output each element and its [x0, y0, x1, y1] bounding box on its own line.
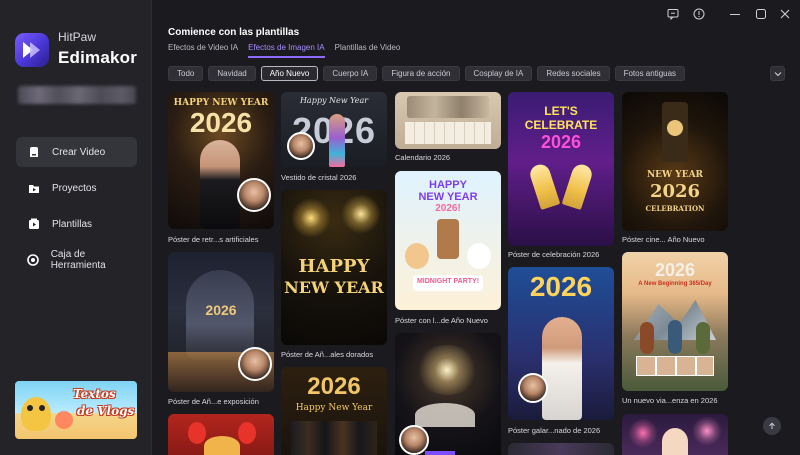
sidebar-item-label: Plantillas — [52, 218, 93, 230]
tab-video-templates[interactable]: Plantillas de Video — [335, 43, 401, 58]
thumb-text: NEW YEAR — [284, 278, 384, 297]
close-icon[interactable] — [776, 6, 794, 22]
template-thumbnail: 2026 — [168, 252, 274, 392]
filter-christmas[interactable]: Navidad — [208, 66, 256, 81]
chevron-down-icon — [774, 71, 781, 76]
thumb-text: MIDNIGHT PARTY! — [416, 278, 480, 285]
thumb-text: Happy New Year — [295, 403, 373, 413]
thumb-text: 2026 — [205, 302, 237, 318]
thumb-text: 2026 — [529, 271, 593, 302]
category-filters: Todo Navidad Año Nuevo Cuerpo IA Figura … — [168, 66, 686, 81]
thumb-text: NEW YEAR — [418, 191, 478, 203]
create-video-icon — [24, 146, 44, 158]
projects-icon — [24, 182, 44, 194]
template-thumbnail: Happy New Year 2026 — [281, 92, 387, 167]
filter-new-year[interactable]: Año Nuevo — [260, 66, 319, 81]
sidebar-item-toolbox[interactable]: Caja de Herramienta — [16, 245, 137, 275]
app-logo — [15, 33, 49, 67]
sidebar: HitPaw Edimakor Crear Video Proyectos Pl… — [0, 0, 152, 455]
template-thumbnail: 2026 A New Beginning 365/Day — [622, 252, 728, 391]
thumb-text: A New Beginning 365/Day — [638, 281, 712, 287]
sidebar-item-label: Caja de Herramienta — [50, 249, 106, 271]
thumb-text: HAPPY — [429, 179, 467, 191]
thumb-text: 2026 — [189, 107, 253, 138]
page-title: Comience con las plantillas — [168, 27, 300, 38]
thumb-text: 2026 — [307, 373, 361, 400]
thumb-text: NEW YEAR — [646, 170, 704, 180]
template-thumbnail: HAPPY NEW YEAR — [281, 190, 387, 345]
sidebar-item-templates[interactable]: Plantillas — [16, 209, 137, 239]
template-thumbnail: 2026 — [508, 267, 614, 420]
template-thumbnail: NEW YEAR 2026 CELEBRATION — [622, 92, 728, 231]
thumb-text: CELEBRATE — [524, 118, 598, 132]
template-thumbnail — [168, 414, 274, 455]
promo-banner[interactable]: Textos de Vlogs — [15, 381, 137, 439]
sidebar-item-create-video[interactable]: Crear Video — [16, 137, 137, 167]
scroll-to-top-button[interactable] — [763, 417, 781, 435]
sidebar-item-projects[interactable]: Proyectos — [16, 173, 137, 203]
minimize-icon[interactable] — [726, 6, 744, 22]
thumb-text: HAPPY — [298, 256, 370, 277]
template-caption: Calendario 2026 — [395, 153, 451, 162]
face-avatar — [287, 132, 315, 160]
filter-action-figure[interactable]: Figura de acción — [382, 66, 460, 81]
maximize-icon[interactable] — [752, 6, 770, 22]
feedback-icon[interactable] — [664, 6, 682, 22]
filter-ai-body[interactable]: Cuerpo IA — [323, 66, 378, 81]
filter-all[interactable]: Todo — [168, 66, 204, 81]
face-avatar — [238, 347, 272, 381]
account-name-blurred[interactable] — [18, 86, 136, 104]
thumb-text: LET'S — [544, 104, 578, 118]
arrow-up-icon — [769, 422, 775, 429]
template-caption: Póster de celebración 2026 — [508, 250, 600, 259]
template-caption: Póster de Añ...ales dorados — [281, 350, 374, 359]
thumb-text: 2026 — [654, 260, 696, 280]
template-thumbnail: HAPPY NEW YEAR 2026 — [168, 92, 274, 229]
banner-title-line1: Textos — [73, 387, 116, 401]
template-thumbnail — [622, 414, 728, 455]
template-thumbnail — [508, 443, 614, 455]
toolbox-icon — [24, 254, 43, 266]
thumb-text: 2026 — [649, 181, 701, 202]
template-caption: Vestido de cristal 2026 — [281, 173, 357, 182]
template-caption: Póster galar...nado de 2026 — [508, 426, 601, 435]
template-caption: Un nuevo via...enza en 2026 — [622, 396, 718, 405]
brand-name-top: HitPaw — [58, 30, 97, 44]
template-thumbnail — [395, 333, 501, 455]
sidebar-item-label: Proyectos — [52, 182, 97, 194]
help-icon[interactable] — [690, 6, 708, 22]
template-thumbnail: 2026 Happy New Year — [281, 367, 387, 455]
template-caption: Póster de retr...s artificiales — [168, 235, 259, 244]
filter-old-photos[interactable]: Fotos antiguas — [614, 66, 686, 81]
templates-icon — [24, 218, 44, 230]
face-avatar — [518, 373, 548, 403]
banner-title-line2: de Vlogs — [77, 404, 135, 418]
filter-ai-cosplay[interactable]: Cosplay de IA — [464, 66, 533, 81]
template-thumbnail: LET'S CELEBRATE 2026 — [508, 92, 614, 246]
sidebar-item-label: Crear Video — [52, 146, 106, 158]
thumb-text: CELEBRATION — [645, 204, 705, 213]
thumb-text: Happy New Year — [299, 96, 369, 105]
template-caption: Póster cine... Año Nuevo — [622, 235, 705, 244]
template-caption: Póster con l...de Año Nuevo — [395, 316, 488, 325]
thumb-text: 2026! — [435, 203, 461, 214]
template-tabs: Efectos de Video IA Efectos de Imagen IA… — [168, 43, 400, 58]
template-thumbnail — [395, 92, 501, 149]
template-caption: Póster de Añ...e exposición — [168, 397, 259, 406]
tab-image-effects[interactable]: Efectos de Imagen IA — [248, 43, 325, 58]
face-avatar — [237, 178, 271, 212]
template-thumbnail: HAPPY NEW YEAR 2026! MIDNIGHT PARTY! — [395, 171, 501, 310]
expand-filters-button[interactable] — [770, 66, 785, 81]
brand-name: Edimakor — [58, 48, 138, 67]
tab-video-effects[interactable]: Efectos de Video IA — [168, 43, 238, 58]
thumb-text: 2026 — [540, 132, 582, 152]
filter-social-media[interactable]: Redes sociales — [537, 66, 610, 81]
